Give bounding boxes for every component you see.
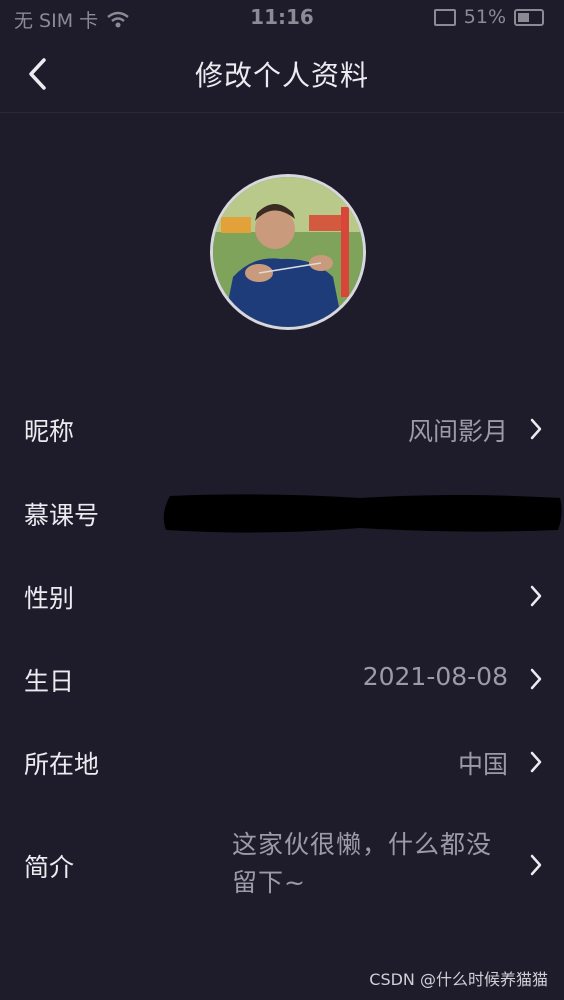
row-bio[interactable]: 简介 这家伙很懒，什么都没留下~ (0, 822, 564, 906)
chevron-right-icon (530, 418, 542, 440)
avatar[interactable] (210, 174, 366, 330)
chevron-right-icon (530, 854, 542, 876)
bio-label: 简介 (24, 853, 75, 882)
redaction-mark (163, 494, 562, 533)
page-title: 修改个人资料 (194, 59, 369, 92)
row-location[interactable]: 所在地 中国 (0, 737, 564, 787)
location-value: 中国 (457, 750, 508, 779)
row-nickname[interactable]: 昵称 风间影月 (0, 404, 564, 454)
row-gender[interactable]: 性别 (0, 571, 564, 621)
edit-profile-screen: 无 SIM 卡 11:16 51% 修改个人资料 昵称 风间影月 慕课号 性别 … (0, 0, 564, 1000)
nickname-value: 风间影月 (407, 417, 508, 446)
battery-percent: 51% (463, 6, 506, 28)
location-label: 所在地 (24, 750, 100, 779)
chevron-right-icon (530, 668, 542, 690)
bio-value: 这家伙很懒，什么都没留下~ (232, 830, 493, 897)
nickname-label: 昵称 (24, 417, 75, 446)
mooc-id-label: 慕课号 (24, 501, 100, 530)
chevron-right-icon (530, 751, 542, 773)
row-birthday[interactable]: 生日 2021-08-08 (0, 654, 564, 704)
status-bar: 无 SIM 卡 11:16 51% (0, 0, 564, 34)
watermark: CSDN @什么时候养猫猫 (369, 970, 548, 989)
status-right: 51% (433, 6, 544, 28)
gender-label: 性别 (24, 584, 75, 613)
avatar-photo (213, 177, 363, 327)
screen-mirror-icon (433, 8, 456, 26)
birthday-value: 2021-08-08 (362, 662, 508, 691)
battery-icon (514, 8, 544, 26)
birthday-label: 生日 (24, 667, 75, 696)
chevron-right-icon (530, 585, 542, 607)
nav-bar: 修改个人资料 (0, 34, 564, 113)
